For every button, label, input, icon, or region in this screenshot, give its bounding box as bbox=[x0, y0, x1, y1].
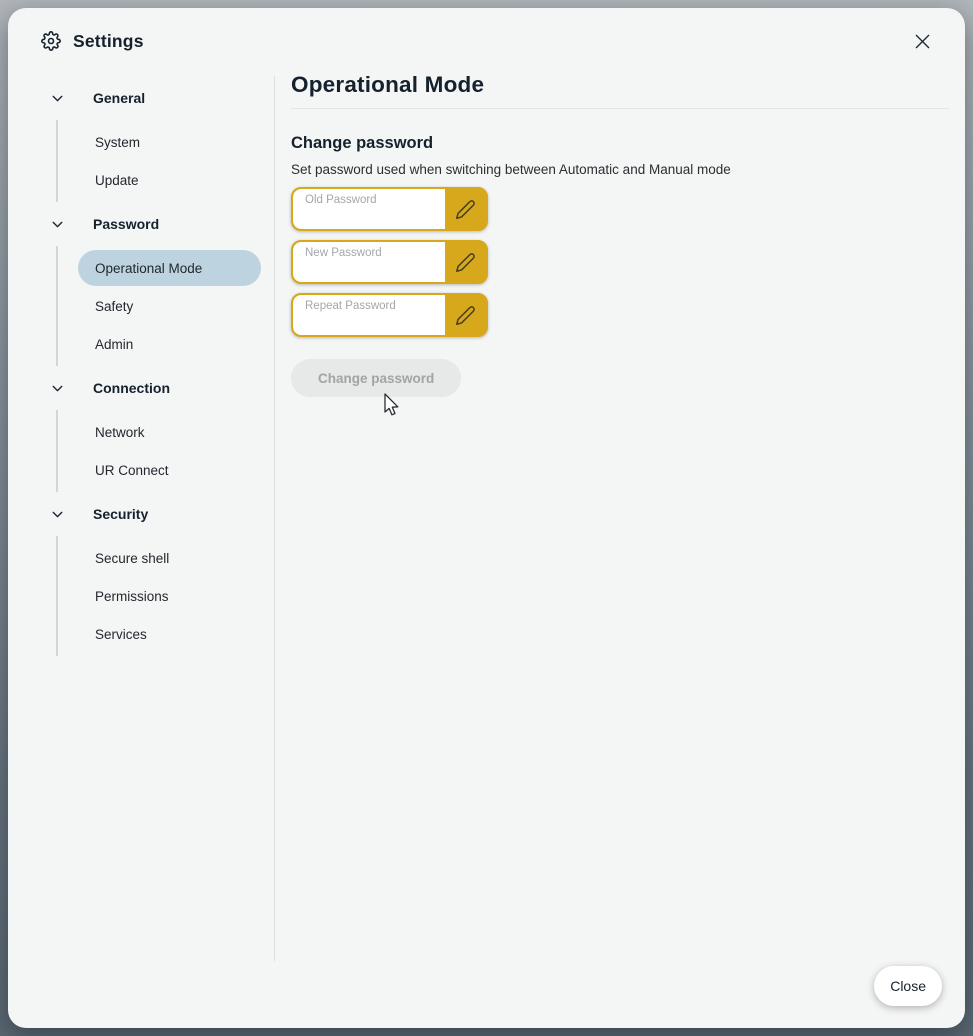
sidebar-header-security[interactable]: Security bbox=[8, 492, 274, 536]
sidebar-item-update[interactable]: Update bbox=[78, 162, 261, 198]
new-password-field bbox=[291, 240, 488, 284]
sidebar-header-label: General bbox=[93, 90, 145, 106]
pencil-icon bbox=[455, 252, 476, 273]
dialog-header: Settings bbox=[8, 8, 965, 74]
settings-sidebar: General System Update Password Operation… bbox=[8, 76, 275, 961]
sidebar-items-general: System Update bbox=[56, 120, 274, 202]
sidebar-item-safety[interactable]: Safety bbox=[78, 288, 261, 324]
sidebar-header-general[interactable]: General bbox=[8, 76, 274, 120]
dialog-title: Settings bbox=[73, 31, 144, 52]
gear-icon bbox=[41, 31, 61, 51]
old-password-edit-button[interactable] bbox=[445, 189, 486, 229]
sidebar-header-password[interactable]: Password bbox=[8, 202, 274, 246]
chevron-down-icon bbox=[49, 216, 66, 233]
settings-content: Operational Mode Change password Set pas… bbox=[291, 68, 949, 397]
pencil-icon bbox=[455, 305, 476, 326]
repeat-password-input[interactable] bbox=[293, 295, 445, 335]
new-password-input[interactable] bbox=[293, 242, 445, 282]
sidebar-header-label: Password bbox=[93, 216, 159, 232]
settings-dialog: Settings General System Update bbox=[8, 8, 965, 1028]
sidebar-item-secure-shell[interactable]: Secure shell bbox=[78, 540, 261, 576]
close-icon[interactable] bbox=[907, 26, 937, 56]
sidebar-items-password: Operational Mode Safety Admin bbox=[56, 246, 274, 366]
sidebar-items-connection: Network UR Connect bbox=[56, 410, 274, 492]
pencil-icon bbox=[455, 199, 476, 220]
chevron-down-icon bbox=[49, 506, 66, 523]
old-password-field bbox=[291, 187, 488, 231]
change-password-heading: Change password bbox=[291, 134, 949, 153]
sidebar-item-operational-mode[interactable]: Operational Mode bbox=[78, 250, 261, 286]
sidebar-item-services[interactable]: Services bbox=[78, 616, 261, 652]
sidebar-item-ur-connect[interactable]: UR Connect bbox=[78, 452, 261, 488]
sidebar-header-label: Security bbox=[93, 506, 148, 522]
close-button[interactable]: Close bbox=[874, 966, 942, 1006]
sidebar-header-connection[interactable]: Connection bbox=[8, 366, 274, 410]
chevron-down-icon bbox=[49, 380, 66, 397]
chevron-down-icon bbox=[49, 90, 66, 107]
sidebar-item-system[interactable]: System bbox=[78, 124, 261, 160]
old-password-input[interactable] bbox=[293, 189, 445, 229]
sidebar-section-general: General System Update bbox=[8, 76, 274, 202]
new-password-edit-button[interactable] bbox=[445, 242, 486, 282]
sidebar-items-security: Secure shell Permissions Services bbox=[56, 536, 274, 656]
sidebar-header-label: Connection bbox=[93, 380, 170, 396]
password-fields bbox=[291, 187, 949, 337]
change-password-button[interactable]: Change password bbox=[291, 359, 461, 397]
change-password-description: Set password used when switching between… bbox=[291, 162, 949, 177]
sidebar-item-permissions[interactable]: Permissions bbox=[78, 578, 261, 614]
repeat-password-edit-button[interactable] bbox=[445, 295, 486, 335]
repeat-password-field bbox=[291, 293, 488, 337]
sidebar-section-security: Security Secure shell Permissions Servic… bbox=[8, 492, 274, 656]
sidebar-item-network[interactable]: Network bbox=[78, 414, 261, 450]
title-divider bbox=[291, 108, 949, 109]
sidebar-item-admin[interactable]: Admin bbox=[78, 326, 261, 362]
sidebar-section-connection: Connection Network UR Connect bbox=[8, 366, 274, 492]
page-title: Operational Mode bbox=[291, 68, 949, 102]
sidebar-section-password: Password Operational Mode Safety Admin bbox=[8, 202, 274, 366]
